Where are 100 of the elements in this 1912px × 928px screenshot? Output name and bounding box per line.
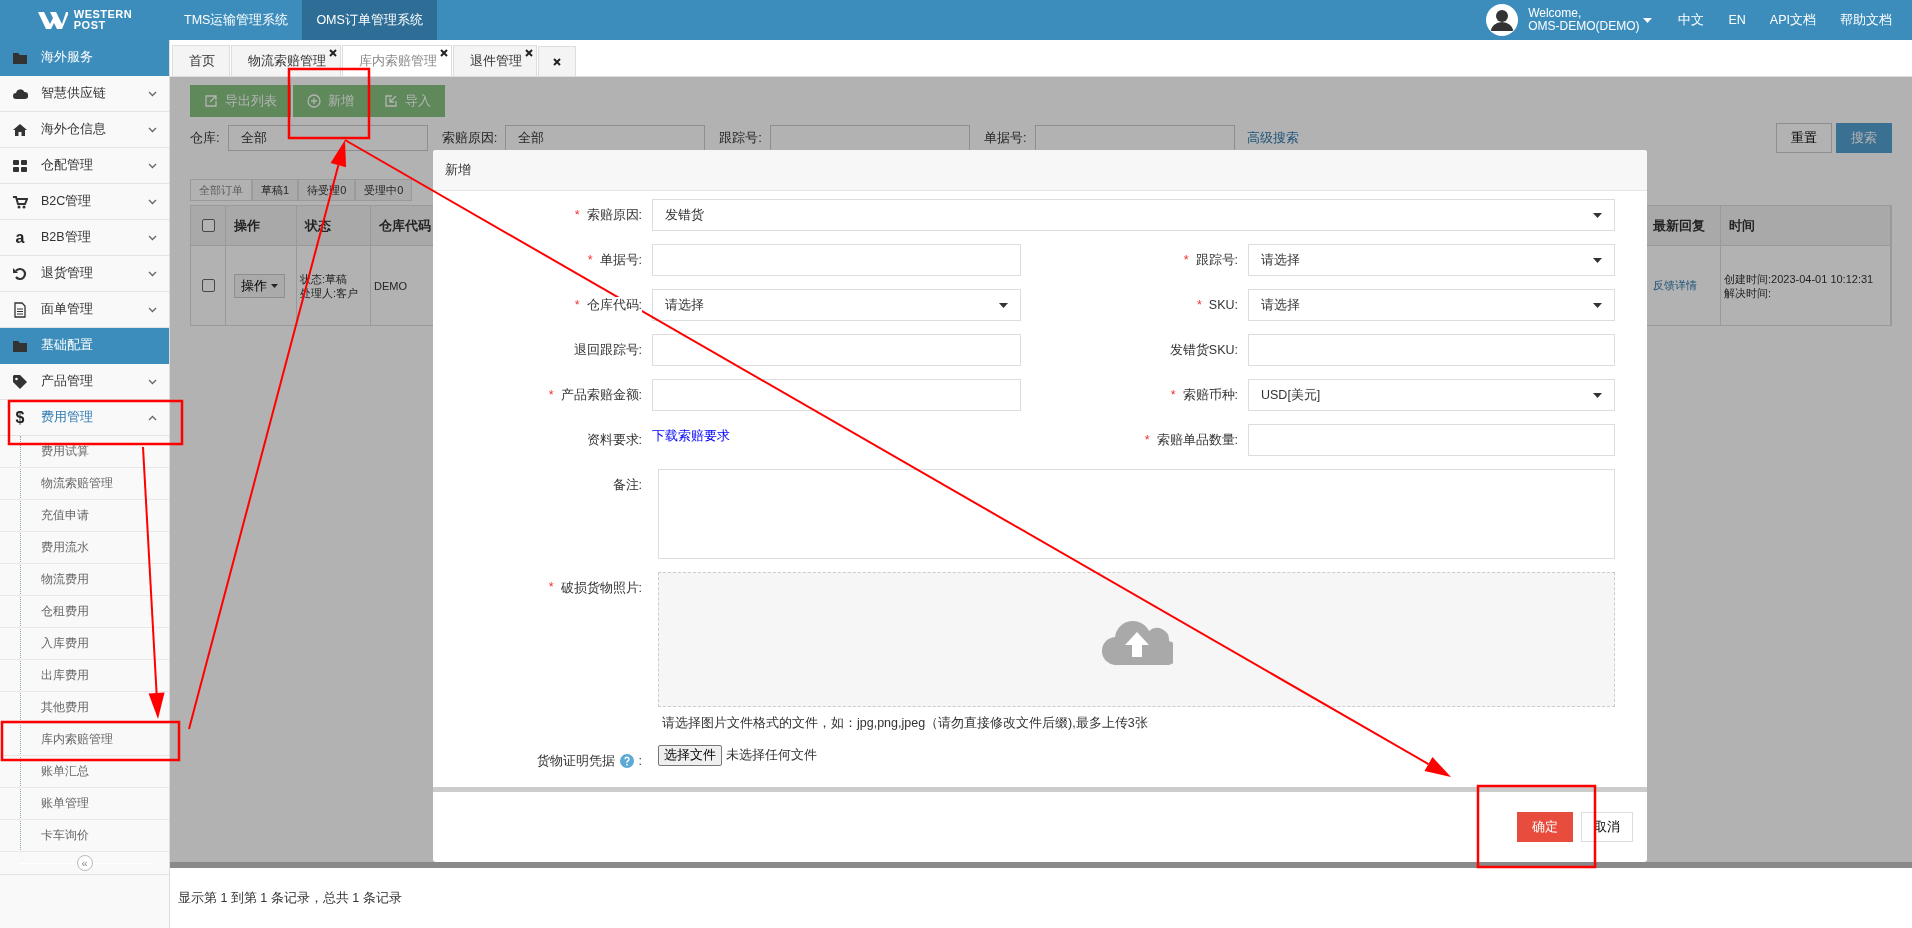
column-header: 时间	[1721, 206, 1891, 246]
collapse-button[interactable]: «	[76, 855, 93, 871]
filter-label: 跟踪号:	[719, 129, 762, 147]
sidebar-item[interactable]: $ 费用管理	[0, 400, 169, 436]
filter-field[interactable]: 全部	[227, 125, 428, 151]
submenu-item[interactable]: 物流费用	[0, 564, 169, 596]
logo-icon	[37, 10, 68, 30]
status-tab[interactable]: 受理中0	[355, 179, 413, 201]
tag-icon	[12, 373, 28, 390]
caret-icon	[1593, 302, 1602, 308]
field-label: 备注:	[612, 477, 642, 494]
menu-icon: $	[12, 408, 28, 427]
remarks-field[interactable]	[658, 469, 1615, 559]
upload-hint: 请选择图片文件格式的文件，如：jpg,png,jpeg（请勿直接修改文件后缀),最多上传3张	[662, 715, 1149, 732]
sidebar-item[interactable]: 产品管理	[0, 364, 169, 400]
logo-text: WESTERN	[73, 9, 133, 20]
page-tab[interactable]: 退件管理	[453, 45, 537, 76]
field-label: 破损货物照片:	[560, 580, 642, 597]
select-field[interactable]: 请选择	[1248, 289, 1615, 321]
pagination-info: 显示第 1 到第 1 条记录，总共 1 条记录	[177, 889, 403, 907]
field-label: 索赔原因:	[586, 206, 642, 224]
submenu-item[interactable]: 账单汇总	[0, 756, 169, 788]
caret-icon	[1643, 17, 1653, 23]
submenu-item[interactable]: 仓租费用	[0, 596, 169, 628]
page-tab[interactable]: 首页	[172, 45, 230, 76]
filter-label: 仓库:	[190, 129, 220, 147]
submenu-item[interactable]: 充值申请	[0, 500, 169, 532]
reset-button[interactable]: 重置	[1776, 123, 1832, 153]
status-tab[interactable]: 草稿1	[252, 179, 299, 201]
field-label: 仓库代码:	[586, 296, 642, 314]
submenu-item[interactable]: 费用流水	[0, 532, 169, 564]
caret-icon	[1593, 257, 1602, 263]
filter-label: 单据号:	[983, 129, 1027, 147]
welcome-text: Welcome,	[1528, 7, 1583, 20]
grid-icon	[12, 157, 28, 174]
input-field[interactable]	[1248, 334, 1615, 366]
caret-icon	[999, 302, 1008, 308]
nav-tab[interactable]: TMS运输管理系统	[170, 0, 303, 40]
sidebar-item[interactable]: 仓配管理	[0, 148, 169, 184]
top-link[interactable]: EN	[1716, 13, 1758, 27]
advanced-search-link[interactable]: 高级搜索	[1246, 129, 1299, 147]
page-tab[interactable]: 库内索赔管理	[342, 45, 452, 76]
checkbox[interactable]	[201, 279, 215, 292]
logo-text: POST	[73, 20, 107, 31]
submenu-item[interactable]: 账单管理	[0, 788, 169, 820]
close-all-button[interactable]	[538, 46, 576, 76]
select-field[interactable]: 请选择	[652, 289, 1021, 321]
select-field[interactable]: 发错货	[652, 199, 1615, 231]
caret-icon	[1593, 392, 1602, 398]
submenu-item[interactable]: 物流索赔管理	[0, 468, 169, 500]
submenu-item[interactable]: 费用试算	[0, 436, 169, 468]
cart-icon	[12, 193, 28, 210]
sidebar-section[interactable]: 基础配置	[0, 328, 169, 364]
sidebar-item[interactable]: 智慧供应链	[0, 76, 169, 112]
action-dropdown[interactable]: 操作	[234, 273, 285, 298]
input-field[interactable]	[652, 334, 1021, 366]
feedback-link[interactable]: 反馈详情	[1653, 278, 1697, 293]
user-name[interactable]: OMS-DEMO(DEMO)	[1528, 20, 1640, 33]
sidebar-item[interactable]: 退货管理	[0, 256, 169, 292]
caret-icon	[271, 283, 278, 288]
sidebar-section[interactable]: 海外服务	[0, 40, 169, 76]
checkbox[interactable]	[201, 219, 215, 232]
confirm-button[interactable]: 确定	[1517, 812, 1573, 842]
select-field[interactable]: 请选择	[1248, 244, 1615, 276]
nav-tab[interactable]: OMS订单管理系统	[302, 0, 437, 40]
sidebar-item[interactable]: B2C管理	[0, 184, 169, 220]
sidebar-item[interactable]: a B2B管理	[0, 220, 169, 256]
field-label: 索赔币种:	[1182, 386, 1238, 404]
status-tab[interactable]: 全部订单	[190, 179, 252, 201]
sidebar-item[interactable]: 海外仓信息	[0, 112, 169, 148]
field-label: 跟踪号:	[1195, 251, 1238, 269]
field-label: 退回跟踪号:	[573, 341, 642, 359]
submenu-item[interactable]: 库内索赔管理	[0, 724, 169, 756]
top-link[interactable]: 中文	[1666, 11, 1717, 29]
plus-circle-icon	[307, 94, 321, 108]
field-label: 资料要求:	[586, 431, 642, 449]
upload-area[interactable]	[658, 572, 1615, 707]
column-header: 最新回复	[1645, 206, 1721, 246]
field-label: 货物证明凭据	[536, 752, 615, 770]
input-field[interactable]	[1248, 424, 1615, 456]
field-label: 产品索赔金额:	[560, 386, 642, 404]
dialog-title: 新增	[433, 150, 1647, 191]
close-icon	[553, 57, 561, 66]
caret-icon	[1593, 212, 1602, 218]
field-label: 发错货SKU:	[1169, 341, 1238, 359]
top-link[interactable]: 帮助文档	[1828, 11, 1904, 29]
page-tab[interactable]: 物流索赔管理	[231, 45, 341, 76]
download-link[interactable]: 下载索赔要求	[652, 424, 1021, 445]
top-link[interactable]: API文档	[1757, 11, 1828, 29]
choose-file-button[interactable]: 选择文件	[658, 745, 722, 766]
avatar-icon	[1486, 4, 1519, 36]
file-status: 未选择任何文件	[726, 747, 817, 764]
input-field[interactable]	[652, 379, 1021, 411]
submenu-item[interactable]: 出库费用	[0, 660, 169, 692]
field-label: SKU:	[1208, 298, 1238, 312]
submenu-item[interactable]: 入库费用	[0, 628, 169, 660]
undo-icon	[12, 265, 28, 282]
input-field[interactable]	[652, 244, 1021, 276]
table-cell: 创建时间:2023-04-01 10:12:31 解决时间:	[1721, 246, 1891, 325]
select-field[interactable]: USD[美元]	[1248, 379, 1615, 411]
